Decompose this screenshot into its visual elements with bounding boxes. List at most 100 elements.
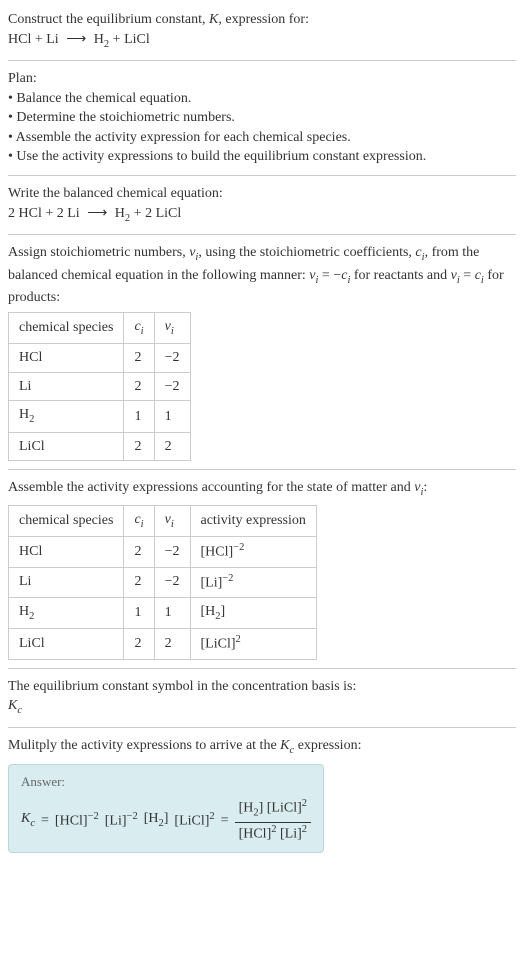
term: [LiCl]2 <box>174 810 214 831</box>
cell: [H2] <box>190 597 316 628</box>
cell: −2 <box>154 537 190 567</box>
text: Assign stoichiometric numbers, <box>8 245 189 260</box>
plan-title: Plan: <box>8 69 516 89</box>
col-nui: νi <box>154 505 190 536</box>
species: 2 HCl <box>8 206 42 221</box>
cell: −2 <box>154 567 190 597</box>
intro-line1: Construct the equilibrium constant, K, e… <box>8 10 516 30</box>
col-species: chemical species <box>9 312 124 343</box>
equals: = <box>221 811 229 831</box>
k: K <box>8 698 17 713</box>
text: [LiCl] <box>267 801 302 816</box>
divider <box>8 469 516 470</box>
assemble-section: Assemble the activity expressions accoun… <box>8 472 516 665</box>
sub: c <box>17 705 22 716</box>
table-row: LiCl 2 2 <box>9 432 191 461</box>
plan-bullet: • Assemble the activity expression for e… <box>8 128 516 148</box>
text: [H <box>201 604 216 619</box>
cell: Li <box>9 372 124 401</box>
term: [HCl]−2 <box>55 810 99 831</box>
text: , expression for: <box>218 12 309 27</box>
species: HCl <box>8 32 31 47</box>
col-species: chemical species <box>9 505 124 536</box>
sup: −2 <box>233 542 244 553</box>
arrow-icon: ⟶ <box>62 32 90 47</box>
sup: −2 <box>127 811 138 822</box>
answer-box: Answer: Kc = [HCl]−2 [Li]−2 [H2] [LiCl]2… <box>8 764 324 853</box>
cell: 1 <box>154 401 190 432</box>
sup: −2 <box>222 573 233 584</box>
k: K <box>21 811 30 826</box>
cell: H2 <box>9 401 124 432</box>
cell: 2 <box>124 372 154 401</box>
plus: + <box>42 206 57 221</box>
divider <box>8 234 516 235</box>
text: [Li] <box>280 826 302 841</box>
divider <box>8 175 516 176</box>
text: [HCl] <box>55 814 88 829</box>
table-row: HCl 2 −2 [HCl]−2 <box>9 537 317 567</box>
plus: + <box>31 32 46 47</box>
col-ci: ci <box>124 505 154 536</box>
text: : <box>423 480 427 495</box>
cell: 2 <box>154 629 190 659</box>
divider <box>8 60 516 61</box>
cell: 2 <box>124 344 154 373</box>
cell: [HCl]−2 <box>190 537 316 567</box>
k: K <box>280 738 289 753</box>
text: H <box>19 407 29 422</box>
col-nui: νi <box>154 312 190 343</box>
cell: 2 <box>124 537 154 567</box>
sub: 2 <box>29 414 34 425</box>
table-row: Li 2 −2 <box>9 372 191 401</box>
sub: c <box>30 818 35 829</box>
answer-label: Answer: <box>21 773 311 791</box>
text: [Li] <box>105 814 127 829</box>
cell: HCl <box>9 344 124 373</box>
text: [LiCl] <box>201 637 236 652</box>
cell: [Li]−2 <box>190 567 316 597</box>
cell: HCl <box>9 537 124 567</box>
symbol-section: The equilibrium constant symbol in the c… <box>8 671 516 725</box>
text: [H <box>239 801 254 816</box>
text: [HCl] <box>239 826 272 841</box>
sub: i <box>141 325 144 336</box>
cell: 1 <box>124 597 154 628</box>
multiply-section: Mulitply the activity expressions to arr… <box>8 730 516 859</box>
lhs: Kc <box>21 809 35 831</box>
cell: LiCl <box>9 629 124 659</box>
term: [H2] <box>144 809 169 831</box>
cell: 2 <box>124 567 154 597</box>
k-symbol: K <box>209 12 218 27</box>
arrow-icon: ⟶ <box>83 206 111 221</box>
sup: 2 <box>271 824 276 835</box>
species: Li <box>46 32 58 47</box>
table-header-row: chemical species ci νi activity expressi… <box>9 505 317 536</box>
equals: = <box>41 811 49 831</box>
text: = − <box>318 268 341 283</box>
balanced-equation: 2 HCl + 2 Li ⟶ H2 + 2 LiCl <box>8 204 516 226</box>
col-activity: activity expression <box>190 505 316 536</box>
text: ] <box>221 604 226 619</box>
plus: + <box>109 32 124 47</box>
text: Construct the equilibrium constant, <box>8 12 209 27</box>
cell: Li <box>9 567 124 597</box>
activity-table: chemical species ci νi activity expressi… <box>8 505 317 660</box>
cell: 2 <box>124 629 154 659</box>
text: , using the stoichiometric coefficients, <box>198 245 415 260</box>
answer-equation: Kc = [HCl]−2 [Li]−2 [H2] [LiCl]2 = [H2] … <box>21 797 311 843</box>
fraction: [H2] [LiCl]2 [HCl]2 [Li]2 <box>235 797 311 843</box>
table-header-row: chemical species ci νi <box>9 312 191 343</box>
numerator: [H2] [LiCl]2 <box>235 797 311 822</box>
text: = <box>460 268 475 283</box>
cell: −2 <box>154 372 190 401</box>
cell: 2 <box>124 432 154 461</box>
plus: + <box>130 206 145 221</box>
sub: i <box>171 519 174 530</box>
species: H <box>115 206 125 221</box>
assign-text: Assign stoichiometric numbers, νi, using… <box>8 243 516 308</box>
sup: 2 <box>236 634 241 645</box>
cell: −2 <box>154 344 190 373</box>
sup: −2 <box>88 811 99 822</box>
text: H <box>19 604 29 619</box>
